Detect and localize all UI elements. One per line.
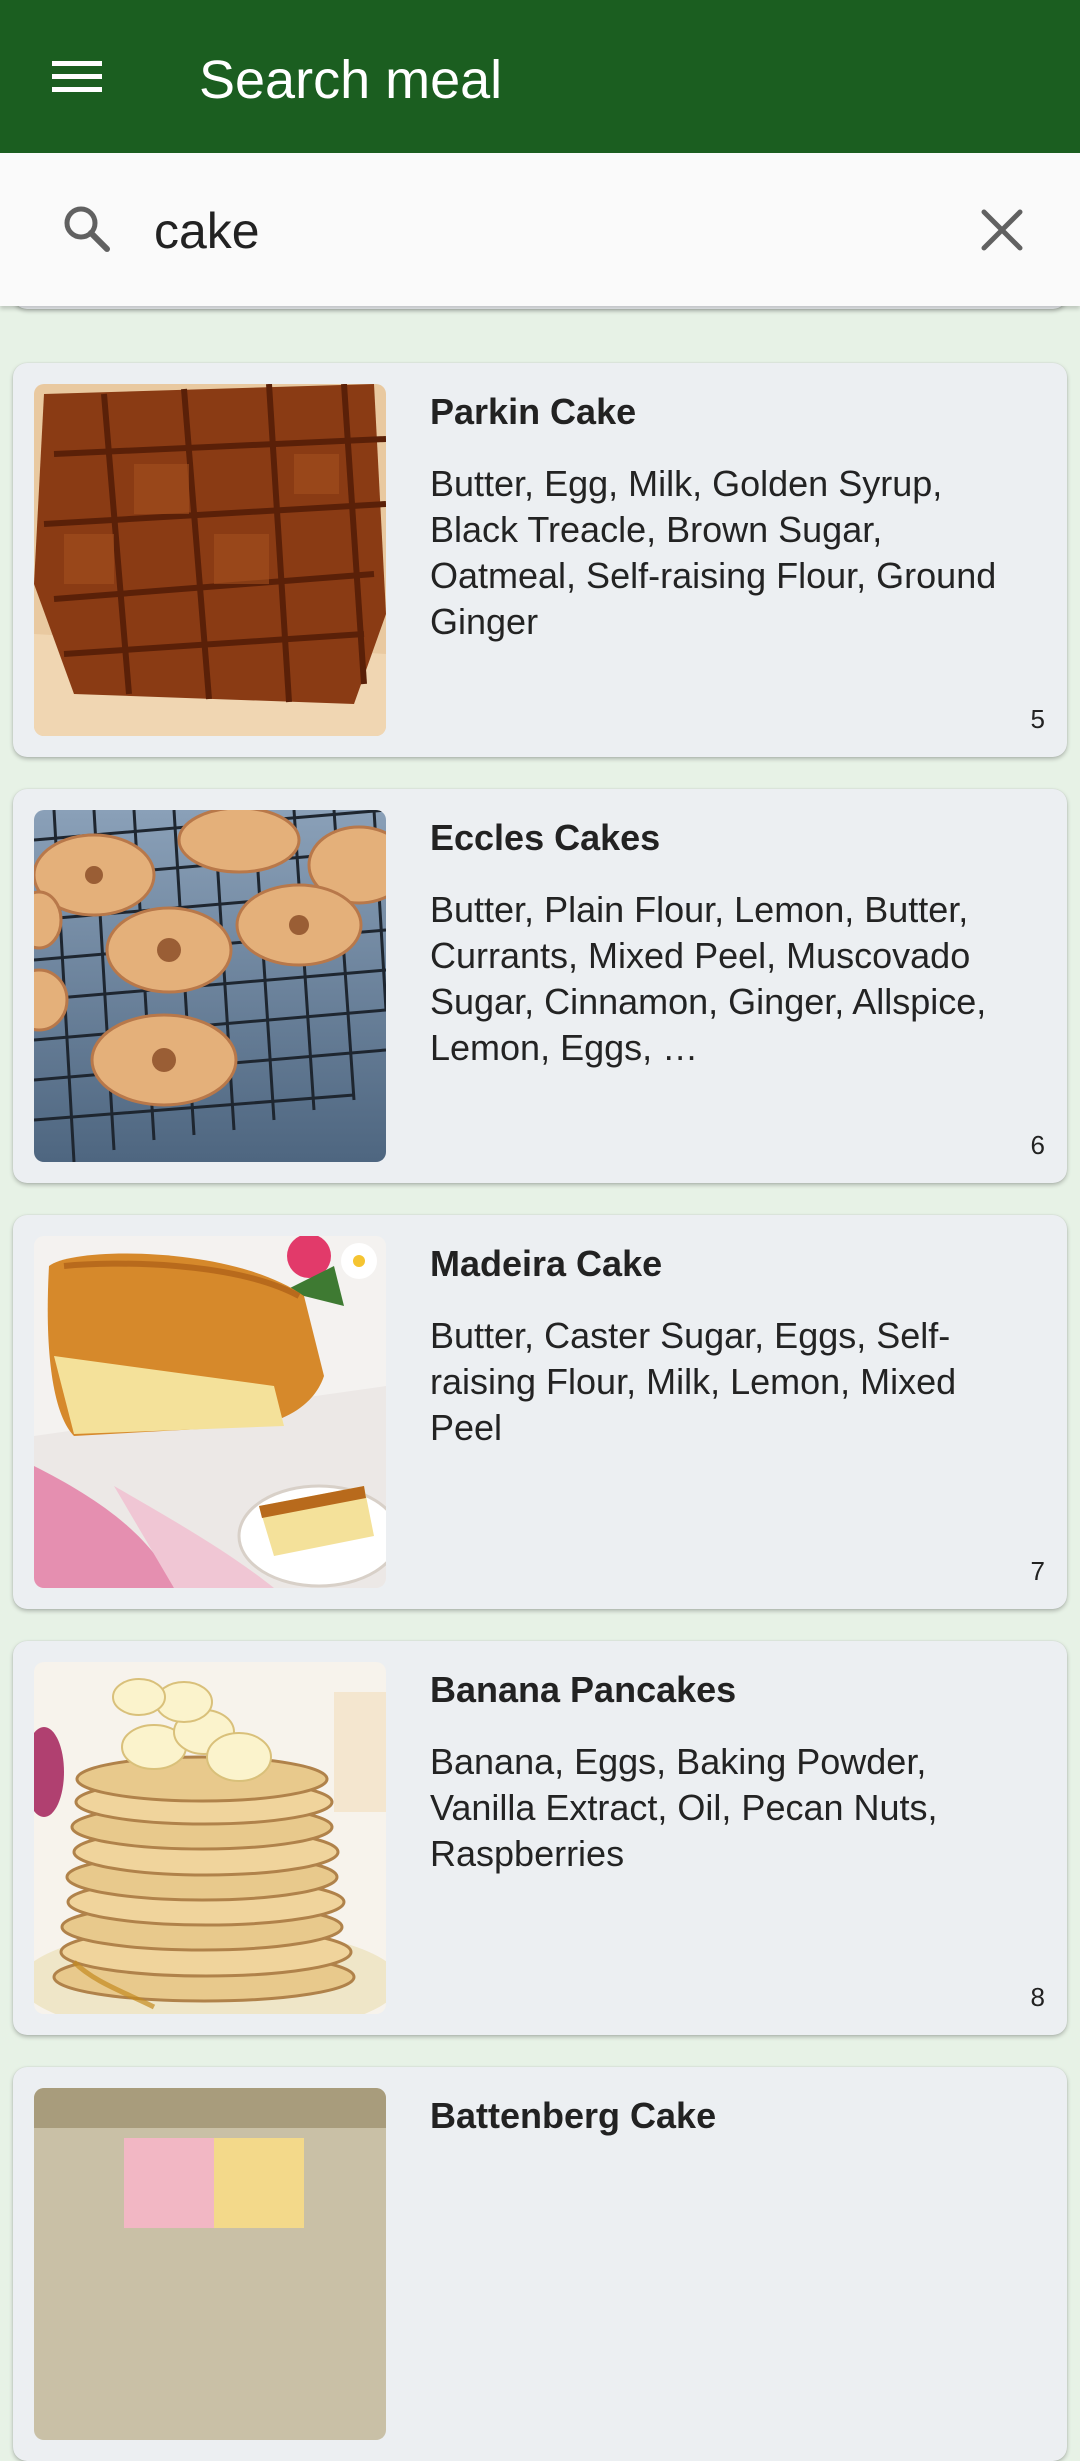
menu-icon[interactable] xyxy=(42,47,112,107)
eccles-cakes-image xyxy=(34,810,386,1162)
meal-name: Eccles Cakes xyxy=(430,817,661,858)
madeira-cake-image xyxy=(34,1236,386,1588)
meal-index: 5 xyxy=(1030,704,1045,734)
battenberg-cake-image xyxy=(34,2088,386,2440)
meal-ingredients: Butter, Plain Flour, Lemon, Butter, Curr… xyxy=(430,889,987,1068)
meal-list[interactable]: Parkin Cake Butter, Egg, Milk, Golden Sy… xyxy=(0,0,1080,2461)
close-icon[interactable] xyxy=(972,200,1032,260)
meal-index: 6 xyxy=(1030,1130,1045,1160)
meal-index: 7 xyxy=(1030,1556,1045,1586)
banana-pancakes-image xyxy=(34,1662,386,2014)
meal-card[interactable]: Parkin Cake Butter, Egg, Milk, Golden Sy… xyxy=(13,363,1067,757)
meal-index: 8 xyxy=(1030,1982,1045,2012)
meal-ingredients: Butter, Caster Sugar, Eggs, Self-raising… xyxy=(430,1315,957,1448)
meal-card[interactable]: Madeira Cake Butter, Caster Sugar, Eggs,… xyxy=(13,1215,1067,1609)
meal-card[interactable]: Eccles Cakes Butter, Plain Flour, Lemon,… xyxy=(13,789,1067,1183)
meal-name: Madeira Cake xyxy=(430,1243,663,1284)
meal-name: Parkin Cake xyxy=(430,391,637,432)
meal-name: Banana Pancakes xyxy=(430,1669,737,1710)
meal-card[interactable]: Banana Pancakes Banana, Eggs, Baking Pow… xyxy=(13,1641,1067,2035)
search-input[interactable] xyxy=(154,196,954,266)
parkin-cake-image xyxy=(34,384,386,736)
app-bar: Search meal xyxy=(0,0,1080,153)
search-icon xyxy=(64,206,110,252)
meal-ingredients: Butter, Egg, Milk, Golden Syrup, Black T… xyxy=(430,463,997,642)
meal-card[interactable]: Battenberg Cake xyxy=(13,2067,1067,2461)
page-title: Search meal xyxy=(199,50,503,110)
meal-name: Battenberg Cake xyxy=(430,2095,717,2136)
meal-ingredients: Banana, Eggs, Baking Powder, Vanilla Ext… xyxy=(430,1741,938,1874)
